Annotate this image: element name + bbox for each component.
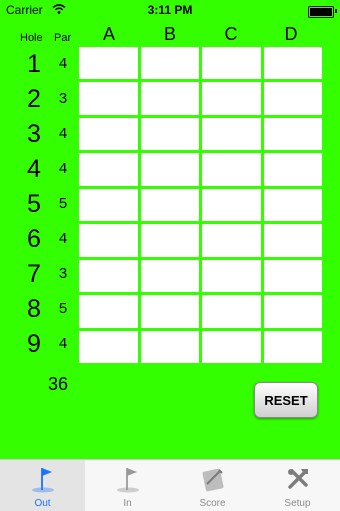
flag-icon [32, 468, 54, 493]
score-cell-h9-c[interactable] [202, 330, 261, 363]
tab-score-label: Score [199, 498, 226, 509]
score-cell-h2-a[interactable] [79, 82, 138, 115]
hole-column-header: Hole [20, 32, 43, 44]
scorecard-icon [202, 468, 224, 492]
par-value: 5 [58, 195, 68, 212]
score-cell-h1-c[interactable] [202, 47, 261, 80]
hole-number: 8 [27, 295, 41, 323]
tools-icon [288, 469, 308, 489]
status-bar: Carrier 3:11 PM [0, 0, 340, 22]
score-cell-h5-c[interactable] [202, 188, 261, 222]
hole-number: 7 [27, 260, 41, 288]
total-par: 36 [48, 374, 69, 394]
tab-score[interactable]: Score [170, 460, 255, 511]
score-cell-h9-a[interactable] [79, 330, 138, 363]
player-header-c: C [224, 24, 238, 44]
score-cell-h7-c[interactable] [202, 259, 261, 293]
score-cell-h4-c[interactable] [202, 153, 261, 186]
player-header-d: D [284, 24, 298, 44]
score-cell-h2-b[interactable] [140, 82, 199, 115]
par-value: 4 [58, 160, 68, 177]
score-cell-h5-a[interactable] [79, 188, 138, 222]
score-grid [79, 47, 322, 363]
par-value: 4 [58, 230, 68, 247]
tab-out-label: Out [34, 498, 51, 509]
player-header-a: A [102, 24, 115, 44]
score-cell-h4-b[interactable] [140, 153, 199, 186]
tab-setup-label: Setup [284, 498, 311, 509]
tab-bar: Out In Score Setup [0, 459, 340, 511]
flag-icon [117, 468, 139, 493]
tab-in-label: In [123, 498, 132, 509]
par-value: 4 [58, 335, 68, 352]
score-cell-h2-d[interactable] [263, 82, 322, 115]
score-cell-h7-b[interactable] [140, 259, 199, 293]
hole-number: 9 [27, 330, 41, 358]
tab-in[interactable]: In [85, 460, 170, 511]
score-cell-h5-b[interactable] [140, 188, 199, 222]
score-cell-h3-a[interactable] [79, 117, 138, 151]
hole-number: 1 [27, 50, 41, 78]
score-cell-h4-d[interactable] [263, 153, 322, 186]
player-header-b: B [163, 24, 176, 44]
tab-setup[interactable]: Setup [255, 460, 340, 511]
score-cell-h1-d[interactable] [263, 47, 322, 80]
tab-out[interactable]: Out [0, 460, 85, 511]
battery-icon [308, 6, 334, 18]
score-cell-h2-c[interactable] [202, 82, 261, 115]
score-cell-h3-d[interactable] [263, 117, 322, 151]
score-cell-h5-d[interactable] [263, 188, 322, 222]
score-cell-h6-c[interactable] [202, 224, 261, 257]
par-column-header: Par [54, 32, 72, 44]
hole-number: 3 [27, 120, 41, 148]
score-cell-h9-b[interactable] [140, 330, 199, 363]
score-cell-h9-d[interactable] [263, 330, 322, 363]
score-cell-h3-c[interactable] [202, 117, 261, 151]
score-cell-h8-b[interactable] [140, 295, 199, 328]
battery-tip [335, 9, 337, 13]
score-cell-h6-b[interactable] [140, 224, 199, 257]
par-value: 3 [58, 265, 68, 282]
score-cell-h6-a[interactable] [79, 224, 138, 257]
score-cell-h8-d[interactable] [263, 295, 322, 328]
score-cell-h1-b[interactable] [140, 47, 199, 80]
clock: 3:11 PM [147, 3, 193, 17]
hole-number: 6 [27, 225, 41, 253]
reset-button[interactable]: RESET [254, 382, 318, 418]
par-value: 3 [58, 90, 68, 107]
hole-number: 5 [27, 190, 41, 218]
score-cell-h8-a[interactable] [79, 295, 138, 328]
score-cell-h1-a[interactable] [79, 47, 138, 80]
score-cell-h6-d[interactable] [263, 224, 322, 257]
hole-number: 2 [27, 85, 41, 113]
hole-number: 4 [27, 155, 41, 183]
score-cell-h3-b[interactable] [140, 117, 199, 151]
score-cell-h7-d[interactable] [263, 259, 322, 293]
par-value: 4 [58, 55, 68, 72]
score-cell-h4-a[interactable] [79, 153, 138, 186]
par-value: 4 [58, 125, 68, 142]
score-cell-h7-a[interactable] [79, 259, 138, 293]
par-value: 5 [58, 300, 68, 317]
score-cell-h8-c[interactable] [202, 295, 261, 328]
